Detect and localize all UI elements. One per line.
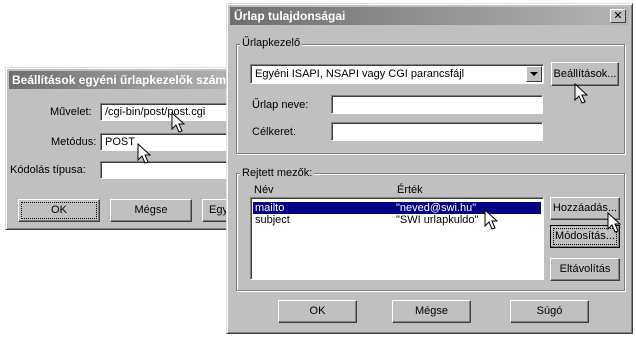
field-name-cell: subject bbox=[255, 214, 290, 226]
form-properties-title: Űrlap tulajdonságai bbox=[234, 9, 346, 23]
hidden-fields-group-label: Rejtett mezők: bbox=[240, 167, 315, 179]
mouse-pointer-icon bbox=[607, 212, 621, 233]
dropdown-arrow-button[interactable] bbox=[526, 66, 542, 82]
custom-handler-settings-dialog: Beállítások egyéni űrlapkezelők számá Mű… bbox=[5, 67, 242, 230]
form-handler-dropdown[interactable]: Egyéni ISAPI, NSAPI vagy CGI parancsfájl bbox=[250, 64, 544, 84]
chevron-down-icon bbox=[530, 72, 538, 76]
cancel-button[interactable]: Mégse bbox=[392, 300, 471, 323]
encoding-type-label: Kódolás típusa: bbox=[10, 164, 86, 176]
form-handler-dropdown-value: Egyéni ISAPI, NSAPI vagy CGI parancsfájl bbox=[255, 68, 465, 80]
action-label: Művelet: bbox=[50, 106, 92, 118]
custom-handler-settings-title: Beállítások egyéni űrlapkezelők számá bbox=[12, 73, 233, 87]
back-cancel-button[interactable]: Mégse bbox=[110, 199, 192, 222]
hidden-fields-list[interactable]: mailto "neved@swi.hu" subject "SWI urlap… bbox=[250, 197, 544, 280]
field-value-cell: "neved@swi.hu" bbox=[396, 202, 477, 214]
back-ok-button[interactable]: OK bbox=[18, 199, 100, 222]
form-properties-titlebar[interactable]: Űrlap tulajdonságai bbox=[230, 7, 629, 25]
close-icon: ✕ bbox=[613, 10, 623, 22]
form-name-input[interactable] bbox=[331, 95, 543, 114]
form-name-label: Űrlap neve: bbox=[252, 99, 309, 111]
method-label: Metódus: bbox=[51, 136, 97, 148]
remove-button[interactable]: Eltávolítás bbox=[550, 258, 620, 281]
column-header-name: Név bbox=[254, 184, 274, 196]
encoding-type-input[interactable] bbox=[100, 161, 234, 179]
ok-button[interactable]: OK bbox=[278, 300, 357, 323]
mouse-pointer-icon bbox=[171, 112, 185, 133]
target-frame-label: Célkeret: bbox=[252, 126, 297, 138]
help-button[interactable]: Súgó bbox=[510, 300, 589, 323]
mouse-pointer-icon bbox=[484, 209, 498, 230]
column-header-value: Érték bbox=[397, 184, 423, 196]
mouse-pointer-icon bbox=[137, 143, 151, 164]
action-input[interactable]: /cgi-bin/post/post.cgi bbox=[100, 103, 234, 121]
mouse-pointer-icon bbox=[574, 83, 588, 104]
close-button[interactable]: ✕ bbox=[610, 9, 626, 23]
target-frame-input[interactable] bbox=[331, 122, 543, 141]
field-name-cell: mailto bbox=[255, 202, 285, 214]
custom-handler-settings-titlebar[interactable]: Beállítások egyéni űrlapkezelők számá bbox=[9, 71, 234, 89]
field-value-cell: "SWI urlapkuldo" bbox=[396, 214, 479, 226]
form-handler-group-label: Űrlapkezelő bbox=[240, 37, 303, 49]
method-input[interactable]: POST bbox=[100, 133, 234, 151]
form-properties-dialog: Űrlap tulajdonságai ✕ Űrlapkezelő Egyéni… bbox=[226, 3, 633, 334]
